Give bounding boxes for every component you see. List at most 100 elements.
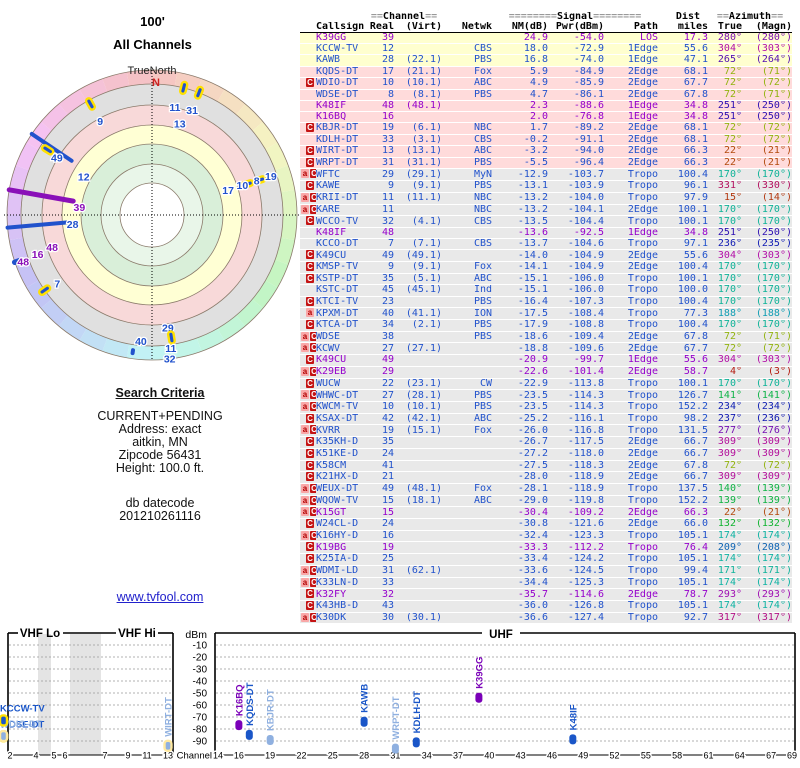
table-row: aCWEUX-DT49(48.1)Fox-28.1-118.9Tropo137.…: [300, 483, 792, 496]
warning-flags: C: [300, 588, 316, 601]
co-channel-flag: C: [306, 413, 314, 423]
distance-cell: 97.9: [658, 192, 708, 205]
warning-flags: [300, 32, 316, 45]
magnetic-azimuth-cell: (72°): [742, 77, 792, 90]
table-row: C KTCA-DT 34 (2.1) PBS -17.9 -108.8 Tropo 100.4 1…: [300, 319, 792, 332]
true-azimuth-cell: 309°: [708, 471, 742, 484]
callsign-cell: K43HB-D: [316, 600, 366, 613]
warning-flags: C: [300, 296, 316, 309]
tvfool-link[interactable]: www.tvfool.com: [60, 590, 260, 604]
power-dbm-cell: -113.8: [548, 378, 604, 391]
table-row: aCWFTC29(29.1)MyN-12.9-103.7Tropo100.417…: [300, 168, 792, 182]
dbm-tick: -40: [193, 677, 208, 688]
power-dbm-cell: -112.2: [548, 541, 604, 555]
callsign-cell: K39GG: [316, 32, 366, 45]
true-azimuth-cell: 209°: [708, 541, 742, 555]
warning-flags: C: [300, 261, 316, 274]
virtual-channel-cell: [394, 530, 442, 543]
warning-flags: aC: [300, 366, 316, 379]
nm-db-cell: 18.0: [492, 43, 548, 56]
real-channel-cell: 29: [366, 366, 394, 379]
path-cell: 2Edge: [604, 134, 658, 147]
warning-flags: C: [300, 541, 316, 555]
virtual-channel-cell: [394, 553, 442, 566]
virtual-channel-cell: [394, 354, 442, 367]
channel-tick: 40: [484, 751, 494, 761]
real-channel-cell: 32: [366, 588, 394, 601]
real-channel-cell: 29: [366, 168, 394, 182]
magnetic-azimuth-cell: (170°): [742, 215, 792, 228]
magnetic-azimuth-cell: (234°): [742, 401, 792, 414]
table-row: KCCO-DT 7 (7.1) CBS -13.7 -104.6 Tropo 97.1 236°…: [300, 238, 792, 251]
virtual-channel-cell: [394, 436, 442, 449]
spectrum-station-label: WIRT-DT: [164, 697, 175, 737]
channel-tick: 55: [641, 751, 651, 761]
network-cell: [442, 506, 492, 520]
distance-cell: 17.3: [658, 32, 708, 45]
callsign-cell: K29EB: [316, 366, 366, 379]
true-azimuth-cell: 317°: [708, 612, 742, 625]
real-channel-cell: 11: [366, 204, 394, 217]
adjacent-channel-flag: a: [301, 366, 309, 376]
real-channel-cell: 24: [366, 448, 394, 461]
power-dbm-cell: -125.3: [548, 577, 604, 590]
true-azimuth-cell: 309°: [708, 448, 742, 461]
co-channel-flag: C: [306, 542, 314, 552]
distance-cell: 100.1: [658, 273, 708, 286]
callsign-cell: WEUX-DT: [316, 483, 366, 496]
virtual-channel-cell: (21.1): [394, 66, 442, 78]
channel-tick: 14: [213, 751, 223, 761]
table-row: C K35KH-D 35 -26.7 -117.5 2Edge 66.7 309° (309°): [300, 436, 792, 449]
co-channel-flag: C: [306, 554, 314, 564]
distance-cell: 67.8: [658, 331, 708, 344]
co-channel-flag: C: [306, 448, 314, 458]
magnetic-azimuth-cell: (293°): [742, 588, 792, 601]
table-row: C K32FY 32 -35.7 -114.6 2Edge 78.7 293° (293°): [300, 588, 792, 601]
warning-flags: [300, 54, 316, 67]
virtual-channel-cell: (22.1): [394, 54, 442, 67]
co-channel-flag: C: [306, 146, 314, 156]
distance-cell: 66.0: [658, 518, 708, 531]
path-cell: 2Edge: [604, 89, 658, 101]
adjacent-channel-flag: a: [301, 204, 309, 214]
path-cell: 2Edge: [604, 66, 658, 78]
network-cell: Fox: [442, 66, 492, 78]
callsign-cell: KDLH-DT: [316, 134, 366, 147]
magnetic-azimuth-cell: (72°): [742, 122, 792, 135]
adjacent-channel-flag: a: [301, 577, 309, 587]
real-channel-cell: 49: [366, 354, 394, 367]
distance-cell: 98.2: [658, 413, 708, 426]
distance-cell: 100.4: [658, 296, 708, 309]
real-channel-cell: 45: [366, 284, 394, 297]
pending-station-marker: [166, 330, 176, 345]
power-dbm-cell: -54.0: [548, 32, 604, 45]
power-dbm-cell: -108.4: [548, 307, 604, 321]
co-channel-flag: C: [306, 600, 314, 610]
distance-cell: 66.3: [658, 157, 708, 170]
magnetic-azimuth-cell: (14°): [742, 192, 792, 205]
virtual-channel-cell: (10.1): [394, 401, 442, 414]
virtual-channel-cell: (13.1): [394, 145, 442, 158]
virtual-channel-cell: (45.1): [394, 284, 442, 297]
power-dbm-cell: -104.9: [548, 261, 604, 274]
nm-db-cell: 2.0: [492, 111, 548, 124]
magnetic-azimuth-cell: (309°): [742, 471, 792, 484]
power-dbm-cell: -116.1: [548, 413, 604, 426]
col-real: Real: [366, 22, 394, 33]
nm-db-cell: -12.9: [492, 168, 548, 182]
virtual-channel-cell: (42.1): [394, 413, 442, 426]
adjacent-channel-flag: a: [301, 530, 309, 540]
dbm-tick: -50: [193, 689, 208, 700]
true-azimuth-cell: 170°: [708, 284, 742, 297]
network-cell: ABC: [442, 273, 492, 286]
col-group-dist: Dist: [675, 12, 700, 22]
channel-tick: 2: [7, 751, 12, 761]
virtual-channel-cell: [394, 32, 442, 45]
virtual-channel-cell: (5.1): [394, 273, 442, 286]
real-channel-cell: 13: [366, 145, 394, 158]
callsign-cell: K21HX-D: [316, 471, 366, 484]
warning-flags: aC: [300, 565, 316, 578]
true-azimuth-cell: 170°: [708, 378, 742, 391]
nm-db-cell: -3.2: [492, 145, 548, 158]
dbm-tick: -30: [193, 665, 208, 676]
